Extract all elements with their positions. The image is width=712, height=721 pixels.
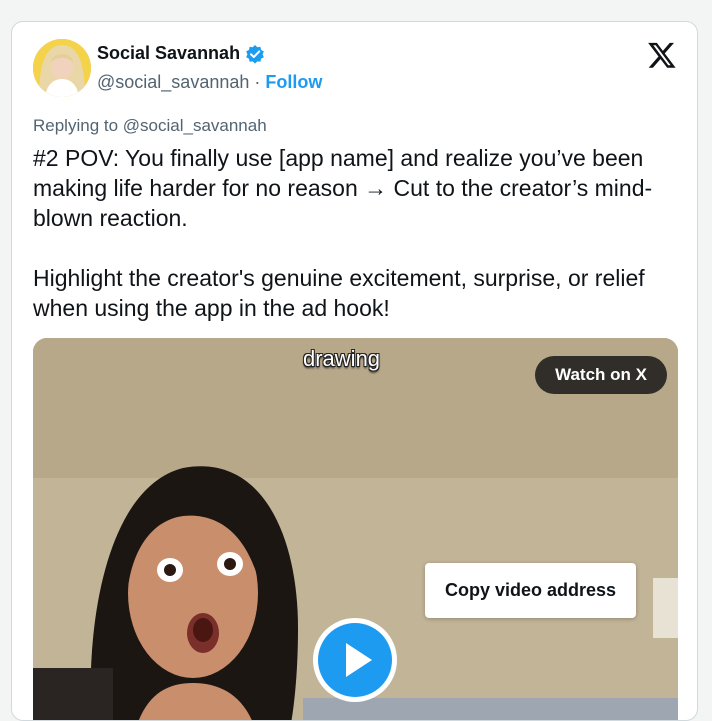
author-name-text: Social Savannah [97,43,241,63]
avatar-image [33,39,91,97]
author-meta: @social_savannah · Follow [97,72,322,93]
tweet-paragraph-2: Highlight the creator's genuine exciteme… [33,265,645,321]
author-handle[interactable]: @social_savannah [97,72,249,92]
tweet-paragraph-1: #2 POV: You finally use [app name] and r… [33,145,653,231]
meta-separator: · [254,72,261,92]
replying-to[interactable]: Replying to @social_savannah [33,116,267,136]
avatar[interactable] [33,39,91,97]
follow-button[interactable]: Follow [265,72,322,92]
play-icon [346,643,372,677]
video-caption: drawing [303,346,381,371]
context-menu-copy-video-address[interactable]: Copy video address [425,563,636,618]
x-logo-icon[interactable] [647,40,677,70]
watch-on-x-button[interactable]: Watch on X [535,356,667,394]
author-name[interactable]: Social Savannah [97,43,265,64]
embedded-tweet-card[interactable]: Social Savannah @social_savannah · Follo… [11,21,698,721]
play-button[interactable] [313,618,397,702]
play-button-circle [318,623,392,697]
video-player[interactable]: drawing Watch on X Copy video address [33,338,678,720]
verified-badge-icon [245,44,265,64]
tweet-text: #2 POV: You finally use [app name] and r… [33,143,683,323]
